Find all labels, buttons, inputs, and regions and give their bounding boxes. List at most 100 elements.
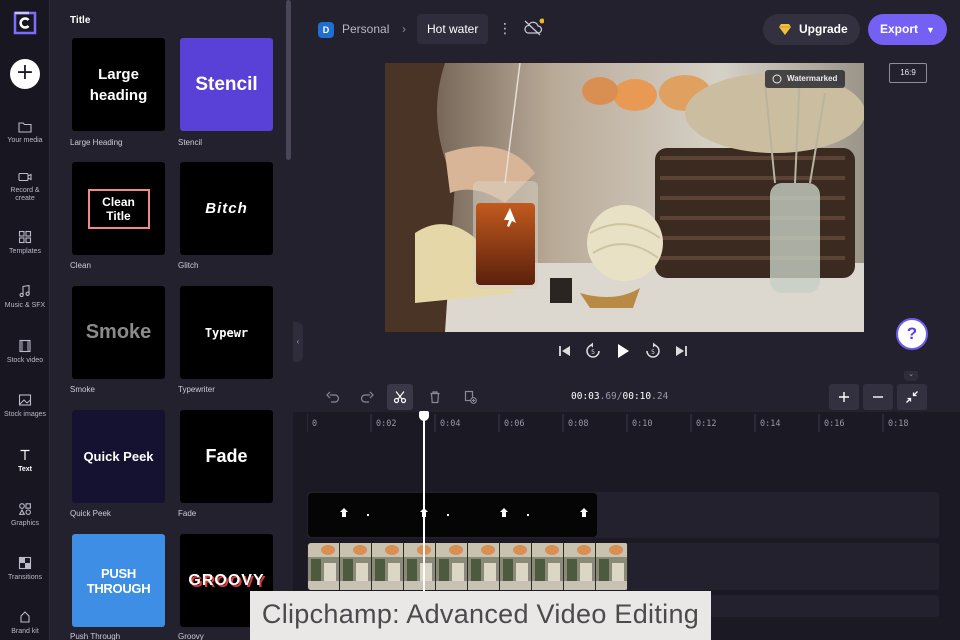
minus-icon: [873, 396, 883, 398]
ruler-tick-label: 0:16: [824, 419, 845, 429]
card-preview-text: Quick Peek: [83, 449, 154, 464]
template-card-glitch[interactable]: Bitch: [180, 162, 273, 255]
redo-icon: [360, 391, 374, 403]
template-card-typewriter[interactable]: Typewr: [180, 286, 273, 379]
rail-label: Transitions: [8, 574, 42, 581]
help-button[interactable]: ?: [896, 318, 928, 350]
more-options-icon[interactable]: ⋮: [498, 20, 512, 37]
text-icon: [20, 449, 30, 460]
watermark-label: Watermarked: [787, 74, 838, 83]
templates-icon: [18, 230, 32, 244]
current-time: 00:03: [571, 391, 600, 402]
rail-item-record-create[interactable]: Record & create: [0, 171, 50, 221]
ruler-tick-label: 0:12: [696, 419, 717, 429]
rail-label: Stock video: [6, 357, 44, 364]
card-label: Glitch: [178, 261, 199, 270]
delete-button[interactable]: [422, 384, 448, 410]
card-preview-text: Clean Title: [102, 194, 135, 223]
panel-scrollbar[interactable]: [286, 0, 291, 160]
rail-label: Music & SFX: [4, 302, 46, 309]
rewind-5s-icon[interactable]: 5: [584, 342, 602, 360]
skip-to-start-icon[interactable]: [556, 342, 574, 360]
template-card-large-heading[interactable]: Large heading: [72, 38, 165, 131]
duplicate-icon: [464, 390, 477, 404]
rail-label: Stock images: [3, 411, 47, 418]
panel-section-title: Title: [70, 15, 91, 26]
card-label: Push Through: [70, 632, 121, 640]
upgrade-label: Upgrade: [799, 22, 848, 36]
project-name-field[interactable]: Hot water: [417, 14, 489, 44]
card-preview-text: Large heading: [89, 65, 148, 104]
split-button[interactable]: [387, 384, 413, 410]
rail-item-transitions[interactable]: Transitions: [0, 556, 50, 606]
preview-frame-image: [385, 63, 864, 332]
duplicate-button[interactable]: [457, 384, 483, 410]
play-icon[interactable]: [614, 342, 632, 360]
rail-label: Your media: [7, 137, 43, 144]
video-clip[interactable]: [308, 543, 628, 590]
video-preview[interactable]: [385, 63, 864, 332]
template-card-push-through[interactable]: PUSH THROUGH: [72, 534, 165, 627]
shapes-icon: [18, 503, 31, 515]
playhead-handle[interactable]: [419, 411, 429, 421]
export-label: Export: [880, 22, 919, 36]
caption-overlay: Clipchamp: Advanced Video Editing: [250, 591, 711, 640]
rail-item-music-sfx[interactable]: Music & SFX: [0, 284, 50, 334]
cloud-sync-off-icon[interactable]: [522, 18, 544, 38]
trash-icon: [430, 391, 440, 404]
template-card-fade[interactable]: Fade: [180, 410, 273, 503]
undo-icon: [326, 391, 340, 403]
scissors-icon: [393, 391, 407, 404]
clipchamp-logo-icon[interactable]: [12, 10, 38, 36]
brand-icon: [20, 611, 30, 623]
card-preview-text: GROOVY: [188, 571, 265, 589]
zoom-out-button[interactable]: [863, 384, 893, 410]
card-preview-text: Typewr: [204, 325, 249, 340]
workspace-avatar[interactable]: D: [318, 22, 334, 38]
rail-item-brand-kit[interactable]: Brand kit: [0, 610, 50, 640]
add-button[interactable]: +: [10, 59, 40, 89]
zoom-in-button[interactable]: [829, 384, 859, 410]
rail-label: Text: [18, 466, 32, 473]
template-card-stencil[interactable]: Stencil: [180, 38, 273, 131]
card-label: Quick Peek: [70, 509, 111, 518]
rail-label: Templates: [9, 248, 41, 255]
export-button[interactable]: Export ▼: [868, 14, 947, 45]
ruler-tick-label: 0:08: [568, 419, 589, 429]
redo-button[interactable]: [354, 384, 380, 410]
rail-item-text[interactable]: Text: [0, 448, 50, 498]
camera-icon: [18, 172, 32, 182]
svg-text:5: 5: [651, 349, 655, 356]
skip-to-end-icon[interactable]: [672, 342, 690, 360]
card-label: Stencil: [178, 138, 203, 147]
total-time-fraction: .24: [651, 391, 669, 402]
music-icon: [19, 284, 30, 298]
card-preview-text: PUSH THROUGH: [86, 565, 151, 596]
rail-item-your-media[interactable]: Your media: [0, 121, 50, 171]
chevron-right-icon: ›: [402, 22, 406, 36]
aspect-ratio-button[interactable]: 16:9: [889, 63, 927, 83]
rail-item-graphics[interactable]: Graphics: [0, 502, 50, 552]
folder-icon: [18, 122, 32, 133]
chevron-down-icon: ▼: [926, 25, 935, 35]
time-display: 00:03.69/00:10.24: [571, 391, 668, 402]
card-preview-text: Fade: [205, 446, 248, 466]
template-card-clean[interactable]: Clean Title: [72, 162, 165, 255]
chevron-down-icon[interactable]: ⌄: [904, 371, 918, 381]
forward-5s-icon[interactable]: 5: [644, 342, 662, 360]
fit-timeline-button[interactable]: [897, 384, 927, 410]
rail-item-stock-images[interactable]: Stock images: [0, 393, 50, 443]
rail-label: Brand kit: [11, 628, 39, 635]
collapse-panel-icon[interactable]: ‹: [293, 322, 303, 362]
text-clip[interactable]: [308, 493, 597, 537]
text-clip-thumbnails: [340, 508, 588, 517]
card-preview-text: Stencil: [195, 73, 258, 95]
rail-item-stock-video[interactable]: Stock video: [0, 339, 50, 389]
ruler-tick-label: 0:02: [376, 419, 397, 429]
template-card-quick-peek[interactable]: Quick Peek: [72, 410, 165, 503]
undo-button[interactable]: [320, 384, 346, 410]
rail-label: Record & create: [10, 187, 40, 202]
workspace-name[interactable]: Personal: [342, 22, 389, 36]
rail-item-templates[interactable]: Templates: [0, 230, 50, 280]
template-card-smoke[interactable]: Smoke: [72, 286, 165, 379]
